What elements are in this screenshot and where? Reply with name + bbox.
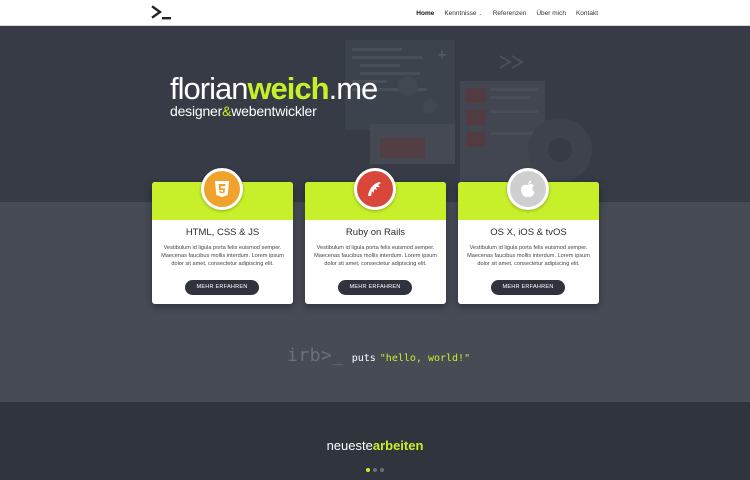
nav-item-referenzen[interactable]: Referenzen bbox=[493, 10, 527, 17]
skill-card-apple: OS X, iOS & tvOS Vestibulum id ligula po… bbox=[458, 168, 599, 304]
tag-second: webentwickler bbox=[231, 103, 317, 119]
mehr-erfahren-button[interactable]: MEHR ERFAHREN bbox=[185, 280, 259, 295]
carousel-dots bbox=[366, 468, 384, 472]
brand-second: weich bbox=[247, 71, 329, 106]
works-title-second: arbeiten bbox=[372, 438, 424, 453]
skill-card-html: HTML, CSS & JS Vestibulum id ligula port… bbox=[152, 168, 293, 304]
nav-item-kenntnisse-label: Kenntnisse bbox=[444, 9, 477, 17]
card-description: Vestibulum id ligula porta felis euismod… bbox=[314, 245, 437, 268]
skill-card-rails: Ruby on Rails Vestibulum id ligula porta… bbox=[305, 168, 446, 304]
brand-tld: .me bbox=[328, 71, 379, 106]
card-description: Vestibulum id ligula porta felis euismod… bbox=[467, 245, 590, 268]
card-title: Ruby on Rails bbox=[345, 227, 406, 238]
carousel-dot[interactable] bbox=[366, 468, 370, 472]
nav-item-ueber-mich[interactable]: Über mich bbox=[536, 10, 566, 17]
tag-amp: & bbox=[222, 103, 232, 119]
card-title: OS X, iOS & tvOS bbox=[490, 227, 567, 238]
tag-first: designer bbox=[170, 103, 223, 119]
works-title: neuestearbeiten bbox=[0, 438, 750, 453]
mehr-erfahren-button[interactable]: MEHR ERFAHREN bbox=[491, 280, 565, 295]
mehr-erfahren-button[interactable]: MEHR ERFAHREN bbox=[338, 280, 412, 295]
apple-icon bbox=[507, 168, 549, 210]
card-title: HTML, CSS & JS bbox=[185, 227, 260, 238]
irb-command: puts bbox=[351, 353, 376, 364]
irb-prompt: irb>_ bbox=[287, 345, 344, 366]
irb-string: "hello, world!" bbox=[379, 353, 471, 364]
works-title-first: neueste bbox=[326, 438, 373, 453]
chevron-down-icon: ⌄ bbox=[478, 10, 483, 17]
main-nav: Home Kenntnisse ⌄ Referenzen Über mich Ko… bbox=[416, 0, 598, 26]
brand-tagline: designer&webentwickler bbox=[170, 104, 377, 118]
nav-item-home[interactable]: Home bbox=[416, 10, 434, 17]
irb-console-line: irb>_ puts "hello, world!" bbox=[287, 345, 470, 366]
works-section: neuestearbeiten bbox=[0, 402, 750, 480]
navbar: Home Kenntnisse ⌄ Referenzen Über mich Ko… bbox=[0, 0, 750, 26]
nav-item-kenntnisse[interactable]: Kenntnisse ⌄ bbox=[444, 10, 482, 17]
html5-icon bbox=[201, 168, 243, 210]
nav-item-kontakt[interactable]: Kontakt bbox=[576, 10, 598, 17]
brand-name: florianweich.me bbox=[170, 71, 379, 106]
brand-logo: florianweich.me designer&webentwickler bbox=[170, 71, 379, 118]
brand-first: florian bbox=[170, 71, 248, 106]
card-description: Vestibulum id ligula porta felis euismod… bbox=[161, 245, 284, 268]
carousel-dot[interactable] bbox=[373, 468, 377, 472]
carousel-dot[interactable] bbox=[380, 468, 384, 472]
rails-icon bbox=[354, 168, 396, 210]
terminal-logo-icon[interactable] bbox=[151, 5, 173, 21]
